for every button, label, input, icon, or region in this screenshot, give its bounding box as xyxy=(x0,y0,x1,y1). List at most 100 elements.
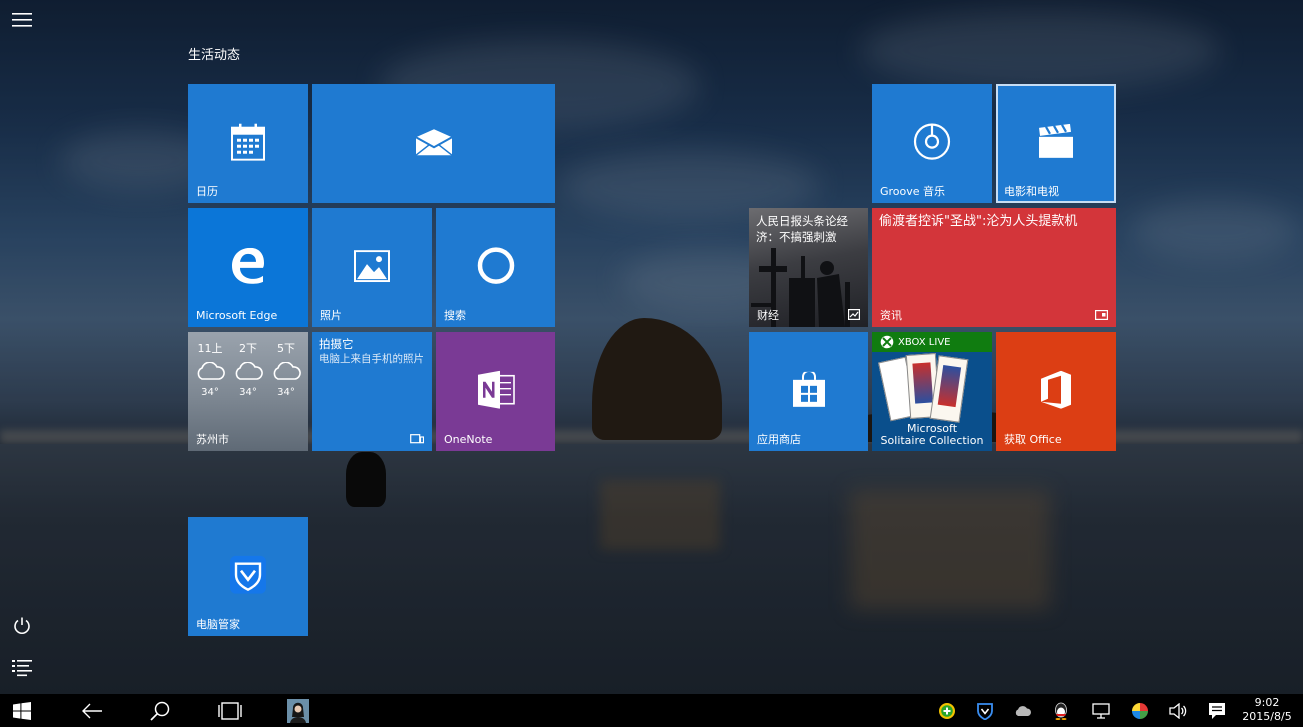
forecast-time: 2下 xyxy=(239,342,257,355)
news-tile-label: 资讯 xyxy=(880,309,902,322)
solitaire-title: Microsoft Solitaire Collection xyxy=(872,423,992,447)
all-apps-icon xyxy=(12,660,32,677)
calendar-tile[interactable]: 日历 xyxy=(188,84,308,203)
tray-onedrive[interactable] xyxy=(1014,702,1032,720)
xbox-live-bar: XBOX LIVE xyxy=(872,332,992,352)
chart-icon xyxy=(848,309,860,320)
notification-icon xyxy=(1209,703,1225,719)
movies-tv-tile[interactable]: 电影和电视 xyxy=(996,84,1116,203)
weather-forecast-item: 5下 34° xyxy=(268,340,304,398)
store-icon xyxy=(792,371,825,407)
shield-icon xyxy=(977,703,993,720)
store-tile-label: 应用商店 xyxy=(757,433,801,446)
photos-tile[interactable]: 照片 xyxy=(312,208,432,327)
clapperboard-icon xyxy=(1039,123,1073,158)
cloud-icon xyxy=(273,361,301,380)
finance-tile-label: 财经 xyxy=(757,309,779,322)
groove-icon xyxy=(913,122,951,160)
cloud-icon xyxy=(235,361,263,380)
onenote-icon xyxy=(477,370,515,409)
back-icon xyxy=(82,703,102,718)
pc-manager-tile[interactable]: 电脑管家 xyxy=(188,517,308,636)
mail-tile[interactable] xyxy=(312,84,555,203)
onedrive-icon xyxy=(1015,706,1031,716)
phone-photos-desc: 电脑上来自手机的照片 xyxy=(319,353,424,365)
phone-photos-title: 拍摄它 xyxy=(319,337,354,351)
cloud-icon xyxy=(197,361,225,380)
forecast-temp: 34° xyxy=(277,387,295,398)
solitaire-title-line2: Solitaire Collection xyxy=(880,434,984,447)
action-center-button[interactable] xyxy=(1208,702,1226,720)
hamburger-icon xyxy=(12,13,32,27)
onenote-tile-label: OneNote xyxy=(444,433,493,446)
start-button[interactable] xyxy=(0,694,44,727)
news-icon xyxy=(1095,310,1108,320)
search-tile-label: 搜索 xyxy=(444,309,466,322)
tray-colorful-app[interactable] xyxy=(1131,702,1149,720)
back-button[interactable] xyxy=(70,694,114,727)
edge-icon xyxy=(232,247,264,284)
cortana-icon xyxy=(477,246,514,284)
photos-icon xyxy=(354,249,390,282)
weather-forecast-item: 2下 34° xyxy=(230,340,266,398)
tile-group-title: 生活动态 xyxy=(188,48,241,63)
mail-icon xyxy=(415,128,452,156)
pc-manager-tile-label: 电脑管家 xyxy=(196,618,240,631)
power-button[interactable] xyxy=(0,606,44,646)
windows-logo-icon xyxy=(13,701,31,720)
weather-tile[interactable]: 11上 34° 2下 34° 5下 34° 苏州市 xyxy=(188,332,308,451)
edge-tile-label: Microsoft Edge xyxy=(196,309,278,322)
onenote-tile[interactable]: OneNote xyxy=(436,332,555,451)
office-tile-label: 获取 Office xyxy=(1004,433,1062,446)
search-button[interactable] xyxy=(138,694,182,727)
solitaire-tile[interactable]: XBOX LIVE Microsoft Solitaire Collection xyxy=(872,332,992,451)
search-icon xyxy=(150,701,170,721)
groove-music-tile[interactable]: Groove 音乐 xyxy=(872,84,992,203)
tray-volume[interactable] xyxy=(1169,702,1187,720)
hamburger-menu-button[interactable] xyxy=(0,0,44,40)
task-view-icon xyxy=(218,701,242,720)
weather-city: 苏州市 xyxy=(196,433,229,446)
green-plus-icon xyxy=(939,703,955,719)
pinwheel-icon xyxy=(1132,703,1148,719)
taskbar-clock[interactable]: 9:02 2015/8/5 xyxy=(1237,696,1297,724)
forecast-temp: 34° xyxy=(239,387,257,398)
clock-date: 2015/8/5 xyxy=(1242,710,1292,723)
taskbar: 9:02 2015/8/5 xyxy=(0,694,1303,727)
xbox-icon xyxy=(880,335,894,349)
news-tile[interactable]: 偷渡者控诉"圣战":沦为人头提款机 资讯 xyxy=(872,208,1116,327)
forecast-temp: 34° xyxy=(201,387,219,398)
shield-icon xyxy=(230,555,266,594)
network-icon xyxy=(1092,703,1110,719)
phone-icon xyxy=(410,434,424,444)
news-headline: 偷渡者控诉"圣战":沦为人头提款机 xyxy=(879,214,1078,229)
tray-qq[interactable] xyxy=(1052,702,1070,720)
all-apps-button[interactable] xyxy=(0,648,44,688)
user-avatar-icon xyxy=(287,698,309,723)
task-view-button[interactable] xyxy=(208,694,252,727)
calendar-tile-label: 日历 xyxy=(196,185,218,198)
tray-app-icon[interactable] xyxy=(938,702,956,720)
forecast-time: 5下 xyxy=(277,342,295,355)
photos-tile-label: 照片 xyxy=(320,309,342,322)
groove-music-tile-label: Groove 音乐 xyxy=(880,185,946,198)
user-avatar-button[interactable] xyxy=(276,694,320,727)
office-icon xyxy=(1041,370,1071,409)
movies-tv-tile-label: 电影和电视 xyxy=(1004,185,1059,198)
tray-pc-manager[interactable] xyxy=(976,702,994,720)
finance-headline: 人民日报头条论经济：不搞强刺激 xyxy=(756,214,848,244)
edge-tile[interactable]: Microsoft Edge xyxy=(188,208,308,327)
tray-network[interactable] xyxy=(1092,702,1110,720)
weather-forecast-item: 11上 34° xyxy=(192,340,228,398)
xbox-live-badge: XBOX LIVE xyxy=(898,336,951,348)
clock-time: 9:02 xyxy=(1254,696,1280,709)
search-tile[interactable]: 搜索 xyxy=(436,208,555,327)
volume-icon xyxy=(1169,703,1187,719)
office-tile[interactable]: 获取 Office xyxy=(996,332,1116,451)
store-tile[interactable]: 应用商店 xyxy=(749,332,868,451)
phone-photos-tile[interactable]: 拍摄它 电脑上来自手机的照片 xyxy=(312,332,432,451)
qq-icon xyxy=(1055,702,1067,720)
power-icon xyxy=(14,617,30,634)
finance-tile[interactable]: 人民日报头条论经济：不搞强刺激 财经 xyxy=(749,208,868,327)
forecast-time: 11上 xyxy=(197,342,223,355)
